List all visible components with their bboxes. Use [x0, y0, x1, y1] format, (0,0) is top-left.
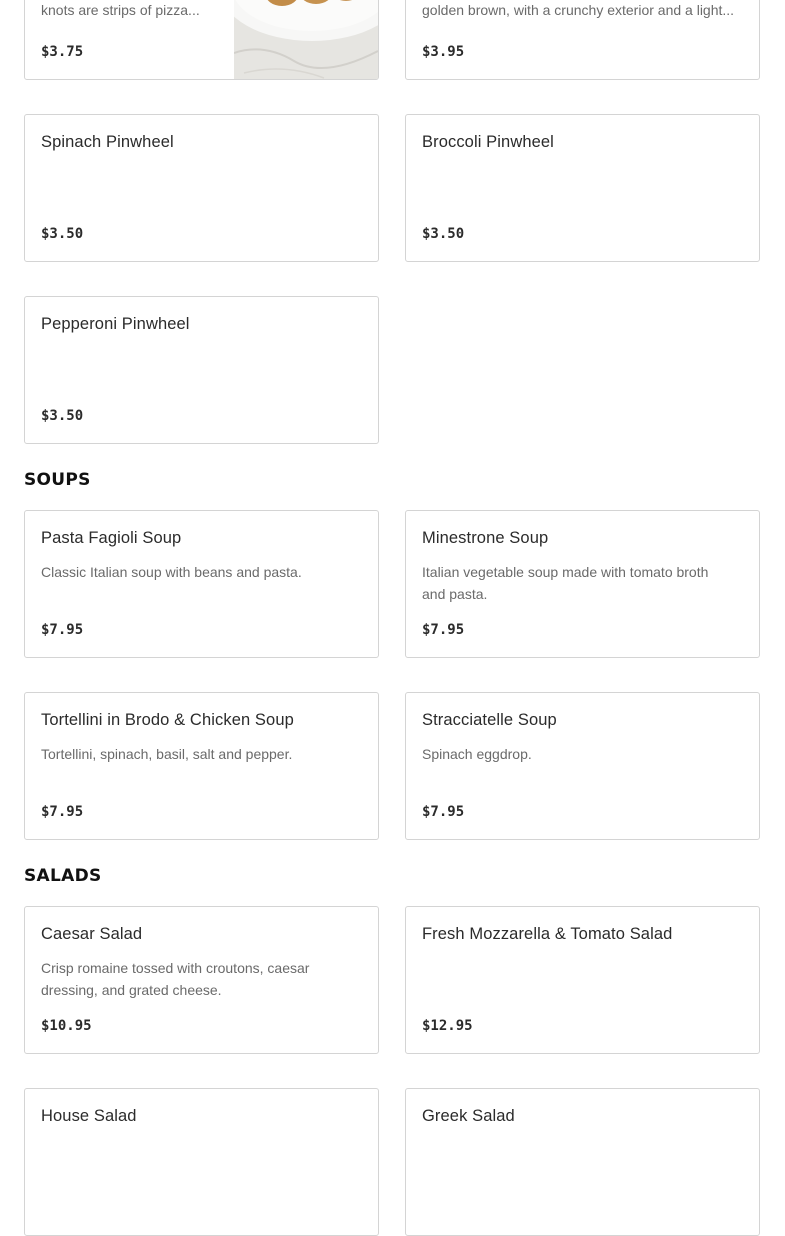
menu-item-card[interactable]: Broccoli Pinwheel $3.50 — [405, 114, 760, 262]
menu-item-card[interactable]: Tortellini in Brodo & Chicken Soup Torte… — [24, 692, 379, 840]
menu-item-price: $3.50 — [41, 408, 84, 424]
menu-item-name: Broccoli Pinwheel — [422, 133, 554, 151]
menu-item-name: Minestrone Soup — [422, 529, 549, 547]
menu-item-description: Classic Italian soup with beans and past… — [41, 564, 302, 580]
menu-item-card[interactable]: Minestrone Soup Italian vegetable soup m… — [405, 510, 760, 658]
menu-item-price: $3.50 — [422, 226, 465, 242]
menu-item-price: $7.95 — [41, 622, 84, 638]
menu-item-name: Caesar Salad — [41, 925, 143, 943]
menu-item-name: Stracciatelle Soup — [422, 711, 557, 729]
section-title-salads: SALADS — [24, 866, 102, 886]
menu-item-card[interactable]: Pasta Fagioli Soup Classic Italian soup … — [24, 510, 379, 658]
garlic-knots-image — [234, 0, 378, 79]
menu-item-name: Fresh Mozzarella & Tomato Salad — [422, 925, 673, 943]
menu-item-price: $3.75 — [41, 44, 84, 60]
menu-item-card[interactable]: Greek Salad — [405, 1088, 760, 1236]
section-title-soups: SOUPS — [24, 470, 91, 490]
menu-item-name: Pasta Fagioli Soup — [41, 529, 182, 547]
menu-item-name: Spinach Pinwheel — [41, 133, 174, 151]
menu-item-card[interactable]: Pepperoni Pinwheel $3.50 — [24, 296, 379, 444]
menu-item-description: Tortellini, spinach, basil, salt and pep… — [41, 746, 293, 762]
menu-item-name: Pepperoni Pinwheel — [41, 315, 190, 333]
menu-item-price: $3.50 — [41, 226, 84, 242]
menu-item-price: $7.95 — [41, 804, 84, 820]
menu-item-card[interactable]: Caesar Salad Crisp romaine tossed with c… — [24, 906, 379, 1054]
menu-item-name: Tortellini in Brodo & Chicken Soup — [41, 711, 294, 729]
menu-item-price: $7.95 — [422, 804, 465, 820]
menu-item-card[interactable]: Spinach Pinwheel $3.50 — [24, 114, 379, 262]
menu-item-price: $7.95 — [422, 622, 465, 638]
menu-item-description: Spinach eggdrop. — [422, 746, 532, 762]
menu-item-description: knots are strips of pizza... — [41, 2, 200, 18]
menu-item-price: $3.95 — [422, 44, 465, 60]
menu-item-card[interactable]: Stracciatelle Soup Spinach eggdrop. $7.9… — [405, 692, 760, 840]
menu-item-card[interactable]: House Salad — [24, 1088, 379, 1236]
menu-item-description: golden brown, with a crunchy exterior an… — [422, 2, 735, 18]
menu-item-price: $12.95 — [422, 1018, 473, 1034]
menu-item-description: Crisp romaine tossed with croutons, caes… — [41, 960, 310, 998]
menu-item-price: $10.95 — [41, 1018, 92, 1034]
menu-item-description: Italian vegetable soup made with tomato … — [422, 564, 709, 602]
menu-item-card[interactable]: golden brown, with a crunchy exterior an… — [405, 0, 760, 80]
menu-item-card[interactable]: knots are strips of pizza... $3.75 — [24, 0, 379, 80]
menu-item-card[interactable]: Fresh Mozzarella & Tomato Salad $12.95 — [405, 906, 760, 1054]
